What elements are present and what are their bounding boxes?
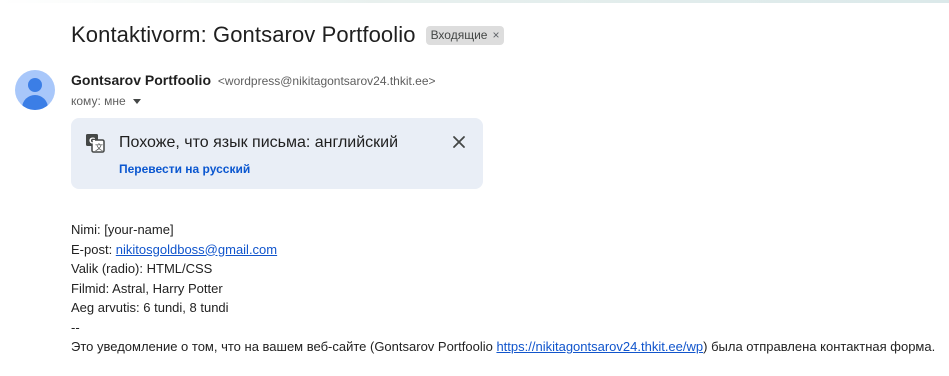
site-link[interactable]: https://nikitagontsarov24.thkit.ee/wp bbox=[496, 339, 703, 354]
email-link[interactable]: nikitosgoldboss@gmail.com bbox=[116, 242, 277, 257]
signature-separator: -- bbox=[71, 319, 80, 335]
recipient-line: кому: мне bbox=[71, 94, 141, 108]
remove-label-icon[interactable]: × bbox=[492, 28, 499, 43]
svg-text:文: 文 bbox=[95, 142, 103, 152]
inbox-label-chip[interactable]: Входящие × bbox=[425, 25, 505, 45]
translate-banner: G 文 Похоже, что язык письма: английский … bbox=[71, 118, 483, 189]
sender-email[interactable]: <wordpress@nikitagontsarov24.thkit.ee> bbox=[218, 74, 436, 88]
email-body: Nimi: [your-name] E-post: nikitosgoldbos… bbox=[71, 220, 935, 357]
email-subject: Kontaktivorm: Gontsarov Portfoolio bbox=[71, 22, 416, 47]
subject-row: Kontaktivorm: Gontsarov Portfoolio Входя… bbox=[71, 22, 505, 48]
body-line-email: E-post: nikitosgoldboss@gmail.com bbox=[71, 241, 278, 257]
recipient-text: кому: мне bbox=[71, 94, 126, 108]
translate-message: Похоже, что язык письма: английский bbox=[119, 134, 399, 151]
top-divider bbox=[0, 0, 949, 3]
sender-avatar[interactable] bbox=[15, 70, 55, 110]
sender-name[interactable]: Gontsarov Portfoolio bbox=[71, 72, 211, 88]
translate-icon: G 文 bbox=[86, 134, 105, 153]
body-line-notice: Это уведомление о том, что на вашем веб-… bbox=[71, 339, 936, 354]
close-icon[interactable] bbox=[451, 134, 467, 150]
avatar-person-icon bbox=[28, 78, 42, 92]
avatar-person-body bbox=[22, 95, 48, 110]
sender-line: Gontsarov Portfoolio <wordpress@nikitago… bbox=[71, 72, 436, 88]
translate-to-russian-link[interactable]: Перевести на русский bbox=[119, 162, 250, 176]
body-line-time: Aeg arvutis: 6 tundi, 8 tundi bbox=[71, 300, 229, 315]
chevron-down-icon[interactable] bbox=[132, 98, 141, 104]
name-value: [your-name] bbox=[104, 222, 174, 237]
body-line-choice: Valik (radio): HTML/CSS bbox=[71, 261, 213, 276]
body-line-name: Nimi: [your-name] bbox=[71, 222, 174, 237]
inbox-label-text: Входящие bbox=[430, 27, 488, 42]
body-line-movies: Filmid: Astral, Harry Potter bbox=[71, 280, 223, 296]
